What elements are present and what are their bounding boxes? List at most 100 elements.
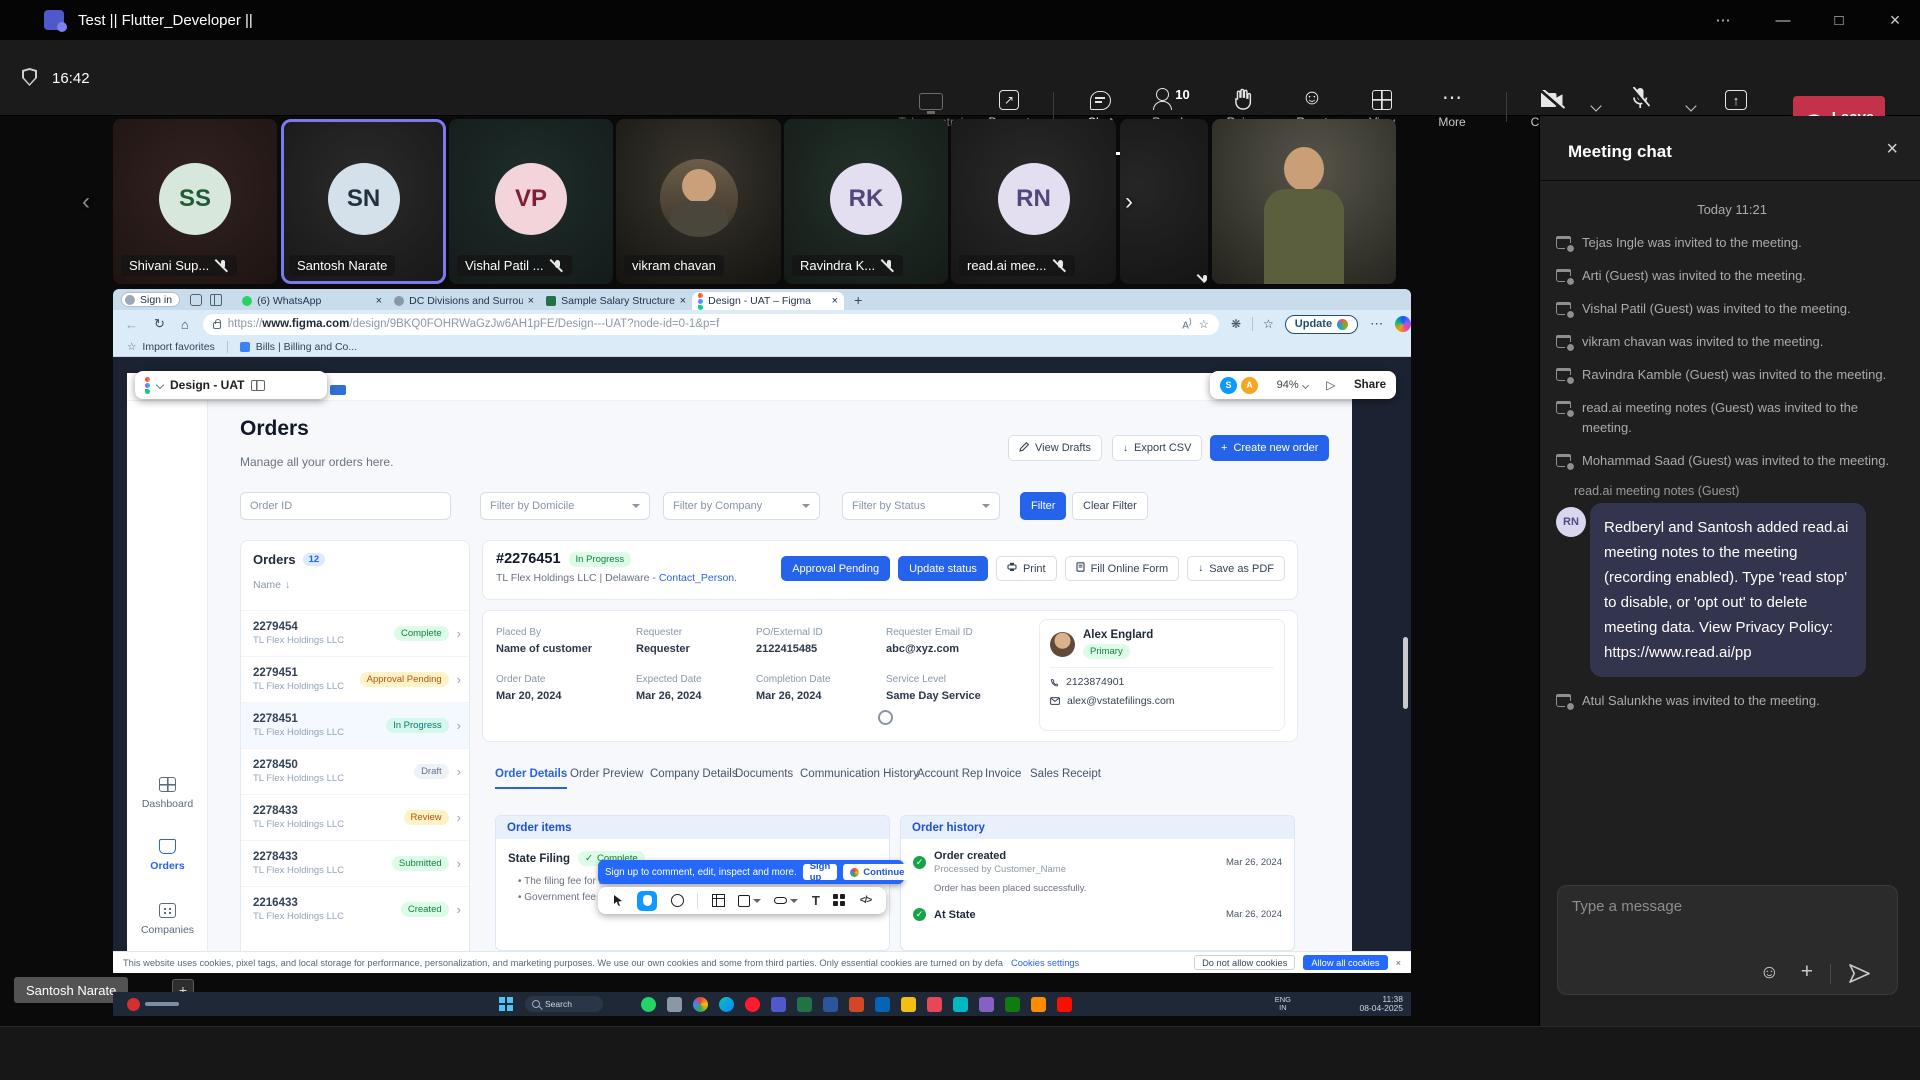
code-tool-icon[interactable]: </> [860, 895, 871, 906]
order-row[interactable]: 2278433TL Flex Holdings LLC Submitted› [241, 840, 469, 886]
shape-ellipse-icon[interactable] [671, 894, 684, 907]
create-order-button[interactable]: +Create new order [1210, 435, 1329, 461]
collaborator-avatar[interactable]: A [1241, 377, 1258, 394]
collaborator-avatar[interactable]: S [1220, 377, 1237, 394]
filter-domicile-select[interactable]: Filter by Domicile [480, 492, 650, 520]
sidebar-item-companies[interactable]: Companies [127, 903, 208, 936]
shape-tool-icon[interactable] [738, 895, 761, 907]
hand-tool-icon-active[interactable] [637, 891, 657, 911]
export-csv-button[interactable]: ↓Export CSV [1112, 435, 1202, 461]
tab-account-rep[interactable]: Account Rep [917, 768, 983, 780]
video-tile-partial[interactable] [1120, 119, 1208, 284]
profile-signin-button[interactable]: Sign in [121, 292, 180, 307]
sidebar-item-orders[interactable]: Orders [127, 839, 208, 872]
tab-close-icon[interactable]: × [680, 295, 686, 307]
filter-button[interactable]: Filter [1020, 492, 1066, 520]
frame-tool-icon[interactable] [712, 894, 725, 907]
tiles-scroll-left-icon[interactable]: ‹ [82, 188, 90, 216]
sidebar-item-dashboard[interactable]: Dashboard [127, 777, 208, 810]
home-icon[interactable]: ⌂ [181, 317, 189, 332]
browser-tab-figma-active[interactable]: Design - UAT – Figma× [692, 292, 844, 310]
chat-close-icon[interactable]: × [1886, 138, 1898, 161]
order-id-input[interactable]: Order ID [240, 492, 451, 520]
contact-phone[interactable]: 2123874901 [1066, 676, 1124, 688]
order-row[interactable]: 2278433TL Flex Holdings LLC Review› [241, 794, 469, 840]
workspaces-icon[interactable] [190, 294, 202, 306]
attach-plus-icon[interactable]: + [1801, 960, 1813, 984]
send-icon[interactable] [1848, 963, 1871, 984]
emoji-icon[interactable]: ☺ [1760, 962, 1779, 984]
tab-close-icon[interactable]: × [376, 295, 382, 307]
browser-tab-whatsapp[interactable]: (6) WhatsApp× [236, 292, 388, 310]
update-status-button[interactable]: Update status [898, 556, 988, 581]
approval-pending-button[interactable]: Approval Pending [781, 556, 890, 581]
connector-tool-icon[interactable] [774, 897, 798, 904]
browser-tab-dc[interactable]: DC Divisions and Surroundings× [388, 292, 540, 310]
figma-share-button[interactable]: Share [1354, 379, 1386, 391]
layout-panel-icon[interactable] [251, 380, 265, 391]
tab-documents[interactable]: Documents [735, 768, 793, 780]
tab-invoice[interactable]: Invoice [985, 768, 1021, 780]
order-row[interactable]: 2278450TL Flex Holdings LLC Draft› [241, 748, 469, 794]
name-column-header[interactable]: Name [253, 579, 281, 591]
component-tool-icon[interactable] [833, 894, 846, 907]
tab-close-icon[interactable]: × [832, 295, 838, 307]
figma-logo-icon[interactable] [145, 377, 150, 394]
tab-sales-receipt[interactable]: Sales Receipt [1030, 768, 1101, 780]
present-play-icon[interactable]: ▷ [1326, 378, 1335, 392]
video-tile[interactable]: RN read.ai mee... [951, 119, 1116, 284]
view-drafts-button[interactable]: View Drafts [1008, 435, 1102, 461]
bookmark-bills[interactable]: Bills | Billing and Co... [256, 341, 357, 353]
chevron-down-icon[interactable] [156, 381, 164, 389]
video-tile[interactable]: vikram chavan [616, 119, 781, 284]
cursor-tool-icon[interactable] [613, 894, 624, 907]
order-row[interactable]: 2216433TL Flex Holdings LLC Created› [241, 886, 469, 932]
copilot-icon[interactable] [1395, 316, 1411, 332]
more-button[interactable]: ⋯ More [1404, 86, 1500, 129]
cookie-settings-link[interactable]: Cookies settings [1011, 958, 1079, 968]
signup-button[interactable]: Sign up [803, 864, 838, 880]
video-tile-photo[interactable] [1212, 119, 1396, 284]
message-input[interactable] [1572, 898, 1885, 958]
browser-update-button[interactable]: Update [1285, 315, 1358, 334]
text-tool-icon[interactable]: T [812, 893, 820, 908]
continue-google-button[interactable]: Continue [843, 864, 911, 880]
reload-icon[interactable]: ↻ [154, 316, 165, 332]
tab-close-icon[interactable]: × [528, 295, 534, 307]
chat-input-box[interactable]: ☺ + [1557, 885, 1898, 995]
video-tile-active[interactable]: SN Santosh Narate [281, 119, 446, 284]
contact-email[interactable]: alex@vstatefilings.com [1067, 695, 1175, 707]
window-more-icon[interactable]: ⋯ [1700, 0, 1746, 40]
window-close-button[interactable]: × [1872, 0, 1918, 40]
favorites-list-icon[interactable]: ☆ [1263, 317, 1274, 331]
deny-cookies-button[interactable]: Do not allow cookies [1194, 955, 1295, 970]
allow-cookies-button[interactable]: Allow all cookies [1303, 955, 1387, 970]
browser-tab-excel[interactable]: Sample Salary Structure with calc× [540, 292, 692, 310]
address-bar[interactable]: https://www.figma.com/design/9BKQ0FOHRWa… [203, 314, 1219, 335]
contact-person-link[interactable]: Contact_Person. [659, 572, 737, 584]
fill-online-form-button[interactable]: Fill Online Form [1065, 556, 1180, 581]
zoom-level[interactable]: 94% [1277, 379, 1299, 391]
favorite-star-icon[interactable]: ☆ [1199, 317, 1209, 331]
tab-communication-history[interactable]: Communication History [800, 768, 919, 780]
video-tile[interactable]: RK Ravindra K... [784, 119, 948, 284]
tab-actions-icon[interactable] [210, 294, 222, 306]
extensions-icon[interactable]: ❋ [1231, 317, 1241, 331]
bookmark-import[interactable]: Import favorites [142, 341, 214, 353]
video-tile[interactable]: VP Vishal Patil ... [449, 119, 613, 284]
window-minimize-button[interactable]: — [1760, 0, 1806, 40]
order-row[interactable]: 2279451TL Flex Holdings LLC Approval Pen… [241, 656, 469, 702]
sort-down-icon[interactable]: ↓ [285, 579, 290, 591]
tiles-scroll-right-icon[interactable]: › [1125, 188, 1133, 216]
browser-menu-icon[interactable]: ⋯ [1370, 316, 1383, 332]
canvas-scrollbar[interactable] [1403, 637, 1408, 709]
order-row[interactable]: 2279454TL Flex Holdings LLC Complete› [241, 610, 469, 656]
read-aloud-icon[interactable]: A) [1182, 316, 1191, 331]
order-row-selected[interactable]: 2278451TL Flex Holdings LLC In Progress› [241, 702, 469, 748]
save-pdf-button[interactable]: ↓ Save as PDF [1187, 556, 1285, 581]
cookie-close-icon[interactable]: × [1396, 958, 1401, 968]
filter-status-select[interactable]: Filter by Status [842, 492, 1000, 520]
tab-order-details[interactable]: Order Details [495, 768, 567, 789]
tab-order-preview[interactable]: Order Preview [570, 768, 644, 780]
window-maximize-button[interactable]: □ [1816, 0, 1862, 40]
